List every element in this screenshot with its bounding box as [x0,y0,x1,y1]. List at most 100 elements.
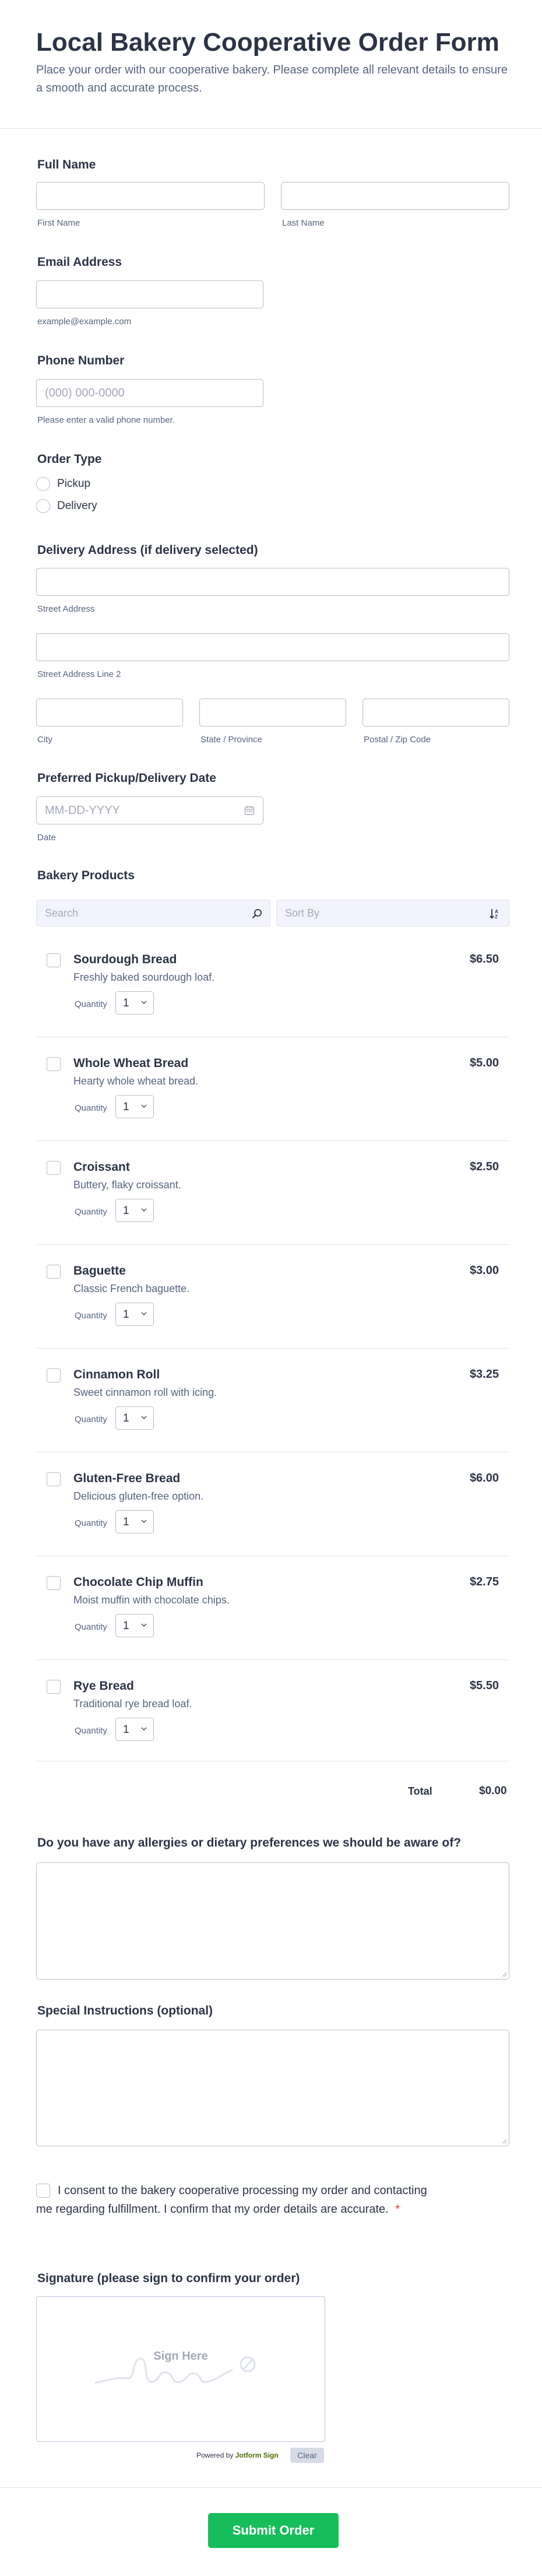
email-sublabel: example@example.com [37,317,132,327]
zip-input[interactable] [362,699,509,727]
last-name-input[interactable] [281,182,509,210]
product-description: Freshly baked sourdough loaf. [73,971,215,983]
quantity-value: 1 [123,1308,129,1321]
form-description: Place your order with our cooperative ba… [36,64,508,94]
product-checkbox[interactable] [47,1680,61,1694]
consent-text-line2[interactable]: me regarding fulfillment. I confirm that… [36,2203,389,2216]
chevron-down-icon [140,1515,147,1529]
quantity-value: 1 [123,1205,129,1217]
quantity-select[interactable]: 1 [115,1199,154,1222]
quantity-select[interactable]: 1 [115,1614,154,1637]
quantity-select[interactable]: 1 [115,1406,154,1430]
chevron-down-icon [140,1204,147,1217]
product-checkbox[interactable] [47,1368,61,1382]
quantity-label: Quantity [75,1415,107,1424]
instructions-textarea[interactable] [36,2030,509,2146]
sort-icon[interactable]: AZ [489,907,502,923]
signature-placeholder: Sign Here [153,2350,208,2363]
svg-text:Z: Z [495,914,498,920]
product-checkbox[interactable] [47,953,61,967]
chevron-down-icon [140,996,147,1010]
product-checkbox[interactable] [47,1265,61,1279]
footer-divider [0,2487,542,2488]
chevron-down-icon [140,1619,147,1633]
consent-checkbox[interactable] [36,2184,50,2198]
quantity-value: 1 [123,1101,129,1113]
product-description: Delicious gluten-free option. [73,1490,204,1502]
product-divider [36,1659,509,1660]
date-placeholder: MM-DD-YYYY [45,804,120,817]
quantity-label: Quantity [75,1103,107,1113]
product-price: $3.25 [469,1368,499,1381]
pickup-radio[interactable] [36,477,50,491]
product-search-placeholder: Search [45,907,79,919]
product-price: $5.50 [469,1679,499,1692]
email-input[interactable] [36,280,263,308]
email-label: Email Address [37,255,122,269]
date-input[interactable]: MM-DD-YYYY [36,796,263,824]
full-name-label: Full Name [37,158,96,171]
phone-input[interactable]: (000) 000-0000 [36,379,263,407]
product-search-input[interactable]: Search [36,900,270,926]
phone-placeholder: (000) 000-0000 [45,387,125,399]
quantity-label: Quantity [75,999,107,1009]
resize-grip-icon[interactable] [501,2138,507,2144]
street-address-input[interactable] [36,568,509,596]
instructions-label: Special Instructions (optional) [37,2004,213,2017]
address-label: Delivery Address (if delivery selected) [37,543,258,557]
delivery-radio[interactable] [36,499,50,513]
pickup-radio-label[interactable]: Pickup [57,478,90,490]
quantity-value: 1 [123,1620,129,1632]
first-name-input[interactable] [36,182,265,210]
date-sublabel: Date [37,833,56,843]
product-name: Cinnamon Roll [73,1368,160,1381]
submit-button[interactable]: Submit Order [208,2513,339,2548]
product-checkbox[interactable] [47,1161,61,1175]
total-value: $0.00 [479,1785,507,1797]
product-name: Rye Bread [73,1679,134,1693]
product-name: Chocolate Chip Muffin [73,1575,203,1589]
product-name: Baguette [73,1264,126,1278]
quantity-label: Quantity [75,1726,107,1736]
product-checkbox[interactable] [47,1057,61,1071]
product-description: Moist muffin with chocolate chips. [73,1594,230,1606]
quantity-value: 1 [123,1724,129,1736]
product-checkbox[interactable] [47,1576,61,1590]
allergies-textarea[interactable] [36,1862,509,1980]
delivery-radio-label[interactable]: Delivery [57,500,97,513]
product-divider [36,1244,509,1245]
city-input[interactable] [36,699,183,727]
street-address-line2-sublabel: Street Address Line 2 [37,669,121,679]
quantity-select[interactable]: 1 [115,1303,154,1326]
resize-grip-icon[interactable] [501,1971,507,1977]
powered-by-text: Powered by [196,2451,234,2459]
phone-sublabel: Please enter a valid phone number. [37,415,175,425]
quantity-value: 1 [123,1516,129,1528]
jotform-sign-brand: Jotform Sign [235,2451,279,2459]
phone-label: Phone Number [37,354,125,367]
product-name: Whole Wheat Bread [73,1057,189,1070]
chevron-down-icon [140,1100,147,1114]
quantity-select[interactable]: 1 [115,991,154,1015]
form-title: Local Bakery Cooperative Order Form [36,28,499,57]
product-checkbox[interactable] [47,1472,61,1486]
state-sublabel: State / Province [200,735,262,745]
quantity-select[interactable]: 1 [115,1510,154,1533]
quantity-value: 1 [123,997,129,1009]
consent-text-line1[interactable]: I consent to the bakery cooperative proc… [58,2184,427,2198]
quantity-select[interactable]: 1 [115,1718,154,1741]
product-price: $2.50 [469,1160,499,1173]
products-label: Bakery Products [37,869,135,882]
state-input[interactable] [199,699,346,727]
svg-text:A: A [495,909,498,914]
product-divider [36,1348,509,1349]
signature-clear-button[interactable]: Clear [290,2448,324,2463]
allergies-label: Do you have any allergies or dietary pre… [37,1836,462,1849]
product-sort-select[interactable]: Sort By AZ [276,900,509,926]
date-label: Preferred Pickup/Delivery Date [37,771,216,785]
search-icon[interactable] [251,908,263,922]
calendar-icon[interactable] [244,805,255,819]
signature-pad[interactable]: Sign Here [36,2296,325,2442]
street-address-line2-input[interactable] [36,633,509,661]
quantity-select[interactable]: 1 [115,1095,154,1118]
